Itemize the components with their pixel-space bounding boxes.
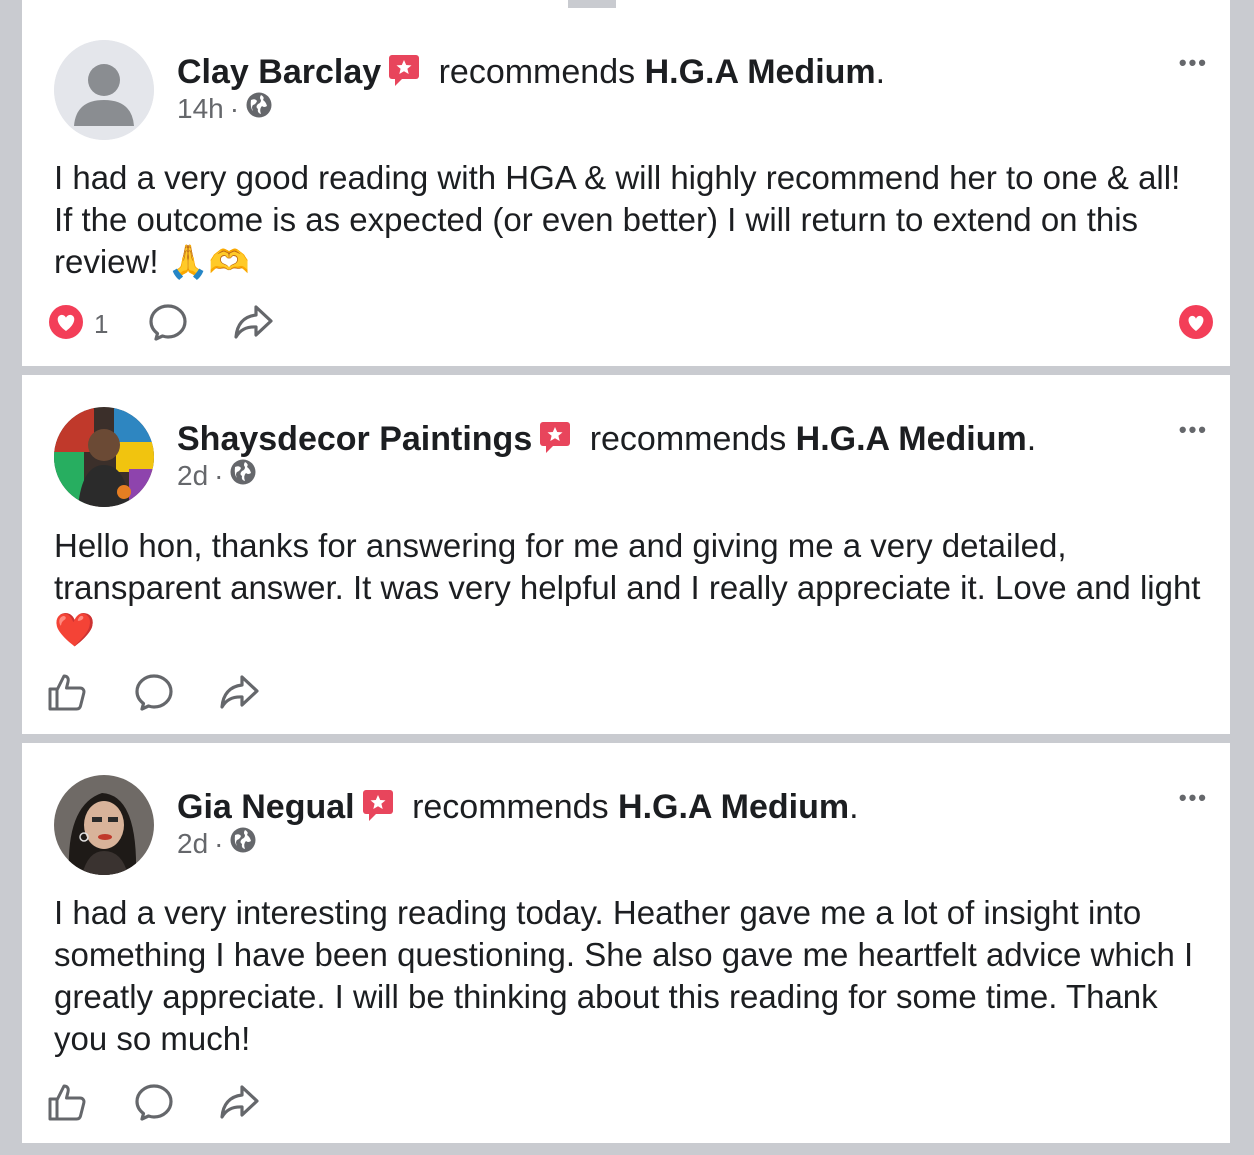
share-icon[interactable] [232, 302, 274, 347]
share-icon[interactable] [218, 672, 260, 717]
separator-dot: · [229, 92, 240, 124]
avatar[interactable] [54, 407, 154, 507]
more-options-button[interactable]: ••• [1179, 785, 1208, 811]
page-name[interactable]: H.G.A Medium [618, 788, 849, 826]
action-bar: 1 [46, 302, 274, 347]
globe-icon [245, 91, 273, 126]
action-bar [46, 1082, 260, 1127]
separator-dot: · [214, 459, 224, 491]
separator-dot: · [214, 827, 224, 859]
more-options-button[interactable]: ••• [1179, 50, 1208, 76]
review-card: Shaysdecor Paintings recommends H.G.A Me… [22, 375, 1230, 734]
post-meta: 2d · [177, 458, 257, 493]
comment-icon[interactable] [134, 672, 174, 717]
avatar[interactable] [54, 40, 154, 140]
review-card: Clay Barclay recommends H.G.A Medium. 14… [22, 8, 1230, 366]
review-text: I had a very good reading with HGA & wil… [54, 159, 1181, 280]
action-bar [46, 672, 260, 717]
period: . [849, 788, 859, 826]
timestamp[interactable]: 2d [177, 460, 208, 492]
author-name[interactable]: Clay Barclay [177, 53, 381, 91]
timestamp[interactable]: 14h [177, 93, 224, 125]
default-person-icon [54, 40, 154, 140]
recommend-badge-icon [361, 788, 395, 831]
profile-photo [54, 407, 154, 507]
more-options-button[interactable]: ••• [1179, 417, 1208, 443]
review-card: Gia Negual recommends H.G.A Medium. 2d ·… [22, 743, 1230, 1143]
globe-icon [229, 826, 257, 861]
page-name[interactable]: H.G.A Medium [645, 53, 876, 91]
recommends-text: recommends [412, 788, 609, 826]
avatar[interactable] [54, 775, 154, 875]
love-reacted-icon[interactable] [1178, 304, 1214, 345]
author-name[interactable]: Shaysdecor Paintings [177, 420, 532, 458]
post-meta: 14h · [177, 91, 273, 126]
comment-icon[interactable] [148, 302, 188, 347]
like-icon[interactable] [46, 672, 88, 717]
love-reaction-icon [46, 302, 86, 347]
author-name[interactable]: Gia Negual [177, 788, 355, 826]
page-name[interactable]: H.G.A Medium [796, 420, 1027, 458]
recommends-text: recommends [589, 420, 787, 458]
recommends-text: recommends [438, 53, 636, 91]
period: . [875, 53, 886, 91]
post-header-line: Gia Negual recommends H.G.A Medium. [177, 787, 859, 831]
recommend-badge-icon [538, 420, 572, 463]
review-text: Hello hon, thanks for answering for me a… [54, 527, 1201, 648]
reaction-summary[interactable]: 1 [46, 302, 108, 347]
share-icon[interactable] [218, 1082, 260, 1127]
post-header-line: Shaysdecor Paintings recommends H.G.A Me… [177, 419, 1036, 463]
comment-icon[interactable] [134, 1082, 174, 1127]
previous-card-edge [0, 0, 1254, 8]
post-header-line: Clay Barclay recommends H.G.A Medium. [177, 52, 885, 96]
recommend-badge-icon [387, 53, 421, 96]
profile-photo [54, 775, 154, 875]
globe-icon [229, 458, 257, 493]
post-meta: 2d · [177, 826, 257, 861]
review-text: I had a very interesting reading today. … [54, 894, 1194, 1057]
like-icon[interactable] [46, 1082, 88, 1127]
reaction-count: 1 [94, 309, 109, 339]
period: . [1026, 420, 1037, 458]
timestamp[interactable]: 2d [177, 828, 208, 860]
